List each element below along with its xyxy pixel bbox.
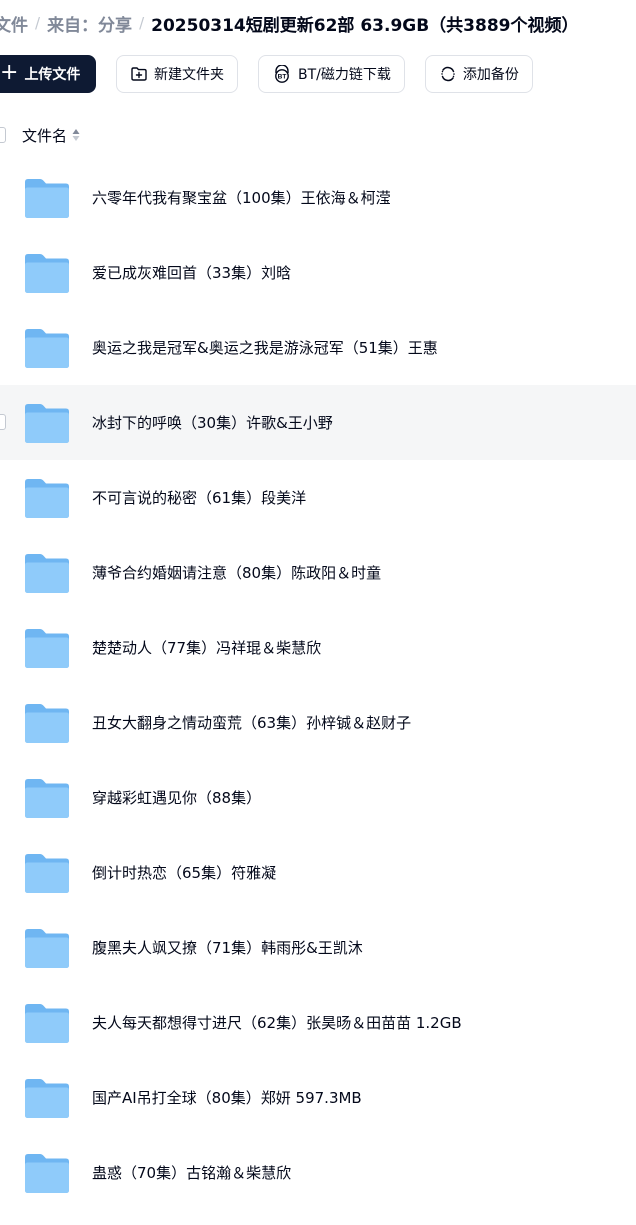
plus-icon: + [0,60,19,85]
folder-name[interactable]: 六零年代我有聚宝盆（100集）王依海＆柯滢 [92,187,391,208]
folder-row[interactable]: 蛊惑（70集）古铭瀚＆柴慧欣 [0,1135,636,1210]
sort-icon[interactable] [72,128,80,142]
bt-magnet-download-button[interactable]: BT BT/磁力链下载 [258,55,405,93]
column-header-filename[interactable]: 文件名 [22,125,67,146]
folder-row[interactable]: 冰封下的呼唤（30集）许歌&王小野 [0,385,636,460]
folder-row[interactable]: 倒计时热恋（65集）符雅凝 [0,835,636,910]
breadcrumb-separator: / [35,14,41,32]
new-folder-button[interactable]: 新建文件夹 [116,55,238,93]
folder-name[interactable]: 丑女大翻身之情动蛮荒（63集）孙梓铖＆赵财子 [92,712,411,733]
breadcrumb: 文件 / 来自：分享 / 20250314短剧更新62部 63.9GB（共388… [0,8,579,38]
new-folder-icon [131,67,147,81]
folder-name[interactable]: 倒计时热恋（65集）符雅凝 [92,862,276,883]
folder-name[interactable]: 奥运之我是冠军&奥运之我是游泳冠军（51集）王惠 [92,337,438,358]
folder-row[interactable]: 楚楚动人（77集）冯祥琨＆柴慧欣 [0,610,636,685]
folder-icon [25,404,69,443]
folder-row[interactable]: 丑女大翻身之情动蛮荒（63集）孙梓铖＆赵财子 [0,685,636,760]
new-folder-label: 新建文件夹 [154,67,224,83]
row-checkbox[interactable] [0,414,6,430]
folder-icon [25,629,69,668]
breadcrumb-root-link[interactable]: 文件 [0,11,28,36]
breadcrumb-current-folder: 20250314短剧更新62部 63.9GB（共3889个视频） [151,15,579,36]
folder-name[interactable]: 楚楚动人（77集）冯祥琨＆柴慧欣 [92,637,321,658]
folder-icon [25,554,69,593]
folder-name[interactable]: 冰封下的呼唤（30集）许歌&王小野 [92,412,333,433]
folder-name[interactable]: 夫人每天都想得寸进尺（62集）张昊旸＆田苗苗 1.2GB [92,1012,462,1033]
folder-row[interactable]: 不可言说的秘密（61集）段美洋 [0,460,636,535]
folder-icon [25,704,69,743]
folder-name[interactable]: 不可言说的秘密（61集）段美洋 [92,487,306,508]
bt-icon: BT [275,65,289,83]
folder-icon [25,854,69,893]
folder-name[interactable]: 国产AI吊打全球（80集）郑妍 597.3MB [92,1087,362,1108]
file-browser-page: 文件 / 来自：分享 / 20250314短剧更新62部 63.9GB（共388… [0,0,636,1225]
upload-file-label: 上传文件 [24,67,81,83]
folder-icon [25,1154,69,1193]
add-backup-label: 添加备份 [462,67,519,83]
breadcrumb-separator: / [139,14,145,32]
folder-name[interactable]: 爱已成灰难回首（33集）刘晗 [92,262,291,283]
folder-icon [25,479,69,518]
toolbar: + 上传文件 新建文件夹 BT BT/磁力链下载 添加备份 [0,55,533,93]
folder-icon [25,179,69,218]
folder-icon [25,329,69,368]
folder-name[interactable]: 穿越彩虹遇见你（88集） [92,787,261,808]
folder-row[interactable]: 夫人每天都想得寸进尺（62集）张昊旸＆田苗苗 1.2GB [0,985,636,1060]
file-list: 六零年代我有聚宝盆（100集）王依海＆柯滢 爱已成灰难回首（33集）刘晗 奥运之… [0,160,636,1210]
folder-icon [25,1004,69,1043]
folder-name[interactable]: 腹黑夫人飒又撩（71集）韩雨彤&王凯沐 [92,937,363,958]
folder-row[interactable]: 腹黑夫人飒又撩（71集）韩雨彤&王凯沐 [0,910,636,985]
folder-name[interactable]: 蛊惑（70集）古铭瀚＆柴慧欣 [92,1162,291,1183]
folder-name[interactable]: 薄爷合约婚姻请注意（80集）陈政阳＆时童 [92,562,381,583]
upload-file-button[interactable]: + 上传文件 [0,55,96,93]
sync-icon [441,66,455,82]
file-list-header: 文件名 [0,118,636,154]
folder-icon [25,779,69,818]
breadcrumb-source-link[interactable]: 来自：分享 [47,11,132,36]
add-backup-button[interactable]: 添加备份 [424,55,533,93]
folder-icon [25,1079,69,1118]
folder-row[interactable]: 六零年代我有聚宝盆（100集）王依海＆柯滢 [0,160,636,235]
bt-magnet-download-label: BT/磁力链下载 [298,67,391,83]
select-all-checkbox[interactable] [0,127,6,143]
folder-row[interactable]: 爱已成灰难回首（33集）刘晗 [0,235,636,310]
folder-icon [25,929,69,968]
folder-row[interactable]: 穿越彩虹遇见你（88集） [0,760,636,835]
folder-row[interactable]: 国产AI吊打全球（80集）郑妍 597.3MB [0,1060,636,1135]
folder-icon [25,254,69,293]
folder-row[interactable]: 薄爷合约婚姻请注意（80集）陈政阳＆时童 [0,535,636,610]
folder-row[interactable]: 奥运之我是冠军&奥运之我是游泳冠军（51集）王惠 [0,310,636,385]
svg-text:BT: BT [278,74,287,81]
